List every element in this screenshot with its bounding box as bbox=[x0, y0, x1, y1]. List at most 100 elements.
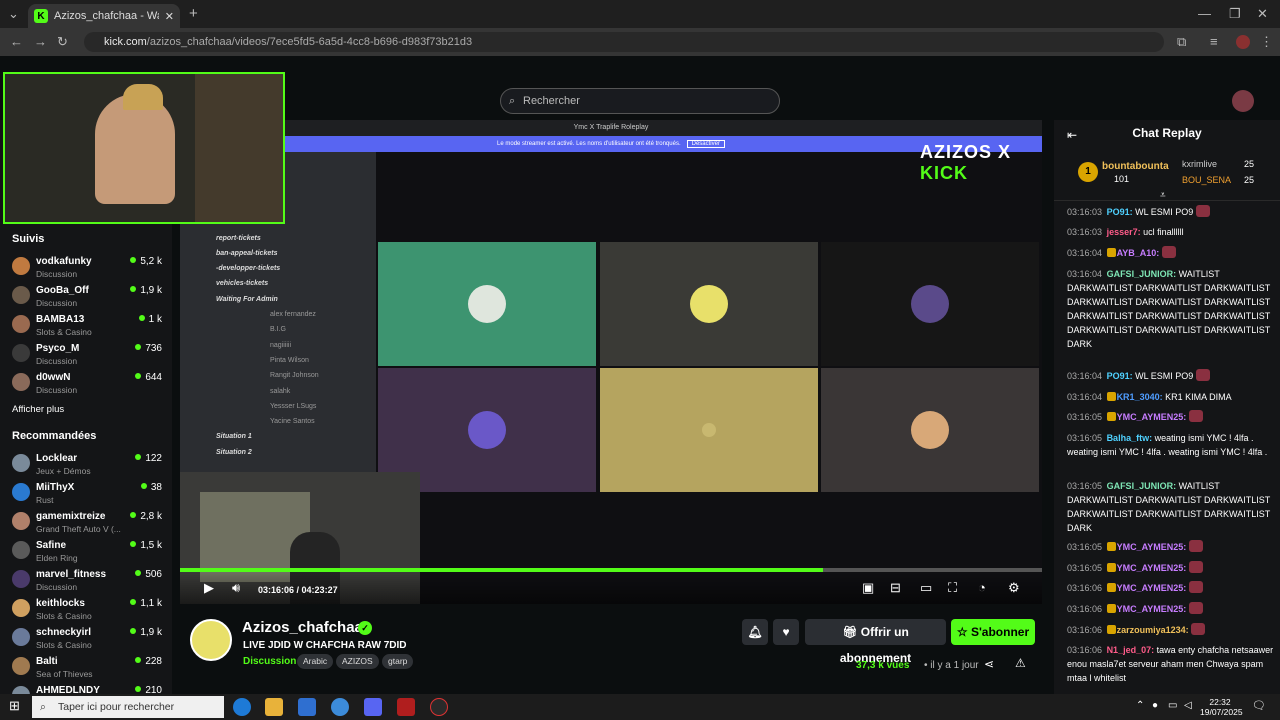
forward-icon[interactable]: → bbox=[34, 32, 47, 52]
reload-icon[interactable]: ↻ bbox=[57, 32, 68, 52]
message-user[interactable]: jesser7: bbox=[1107, 227, 1141, 237]
obs-icon[interactable] bbox=[430, 698, 448, 716]
taskbar-search-placeholder: Taper ici pour rechercher bbox=[58, 701, 175, 713]
message-user[interactable]: N1_jed_07: bbox=[1107, 645, 1155, 655]
restore-icon[interactable]: ❐ bbox=[1229, 4, 1241, 24]
following-channel[interactable]: d0wwN Discussion 644 bbox=[12, 370, 162, 398]
fullscreen-icon[interactable]: ⛶ bbox=[948, 580, 957, 596]
channel-name: gamemixtreize bbox=[36, 511, 106, 522]
play-icon[interactable]: ▶ bbox=[204, 580, 214, 596]
chat-message: 03:16:05 YMC_AYMEN25: bbox=[1067, 540, 1277, 554]
chrome-icon[interactable] bbox=[331, 698, 349, 716]
store-icon[interactable] bbox=[298, 698, 316, 716]
message-user[interactable]: YMC_AYMEN25: bbox=[1117, 563, 1187, 573]
new-tab-icon[interactable]: + bbox=[189, 4, 198, 24]
top-gifter-name: bountabounta bbox=[1102, 161, 1169, 172]
message-user[interactable]: YMC_AYMEN25: bbox=[1117, 542, 1187, 552]
recommended-channel[interactable]: Safine Elden Ring 1,5 k bbox=[12, 538, 162, 566]
gift-subscription-button[interactable]: 🎁︎ Offrir un abonnement bbox=[805, 619, 946, 665]
tray-chevron-icon[interactable]: ⌃ bbox=[1136, 700, 1144, 711]
user-avatar[interactable] bbox=[1232, 90, 1254, 112]
browser-tab[interactable]: K Azizos_chafchaa - Watch the V ✕ bbox=[28, 4, 180, 28]
profile-avatar[interactable] bbox=[1236, 35, 1250, 49]
notification-bell-icon[interactable]: 🔔︎ bbox=[742, 619, 768, 645]
recommended-channel[interactable]: Balti Sea of Thieves 228 bbox=[12, 654, 162, 682]
verified-icon: ✓ bbox=[358, 621, 372, 635]
following-channel[interactable]: GooBa_Off Discussion 1,9 k bbox=[12, 283, 162, 311]
menu-icon[interactable]: ⋮ bbox=[1260, 32, 1273, 52]
search-placeholder: Rechercher bbox=[523, 95, 580, 107]
file-explorer-icon[interactable] bbox=[265, 698, 283, 716]
tag[interactable]: AZIZOS bbox=[336, 654, 379, 669]
recommended-channel[interactable]: MiiThyX Rust 38 bbox=[12, 480, 162, 508]
notifications-icon[interactable]: 🗨︎ bbox=[1252, 699, 1266, 712]
media-icon[interactable]: ≡ bbox=[1210, 32, 1218, 52]
discord-channel: nagiiiiii bbox=[270, 341, 292, 349]
recommended-channel[interactable]: gamemixtreize Grand Theft Auto V (... 2,8 … bbox=[12, 509, 162, 537]
message-user[interactable]: YMC_AYMEN25: bbox=[1117, 604, 1187, 614]
recommended-channel[interactable]: keithlocks Slots & Casino 1,1 k bbox=[12, 596, 162, 624]
share-icon[interactable]: ⋖ bbox=[984, 657, 994, 671]
following-channel[interactable]: vodkafunky Discussion 5,2 k bbox=[12, 254, 162, 282]
message-user[interactable]: Balha_ftw: bbox=[1107, 433, 1153, 443]
message-user[interactable]: YMC_AYMEN25: bbox=[1117, 583, 1187, 593]
message-text: WL ESMI PO9 bbox=[1135, 207, 1194, 217]
streamer-avatar[interactable] bbox=[190, 619, 232, 661]
tag[interactable]: gtarp bbox=[382, 654, 414, 669]
message-user[interactable]: KR1_3040: bbox=[1117, 392, 1163, 402]
viewer-count: 1,9 k bbox=[130, 285, 162, 296]
streamer-name[interactable]: Azizos_chafchaa bbox=[242, 619, 363, 636]
clock[interactable]: 22:32 19/07/2025 bbox=[1200, 697, 1243, 717]
mic-icon[interactable]: ● bbox=[1152, 700, 1158, 711]
channel-name: Balti bbox=[36, 656, 58, 667]
theater-icon[interactable]: ▭ bbox=[920, 580, 932, 596]
settings-gear-icon[interactable]: ⚙ bbox=[1008, 580, 1020, 596]
following-channel[interactable]: Psyco_M Discussion 736 bbox=[12, 341, 162, 369]
back-icon[interactable]: ← bbox=[10, 32, 23, 52]
message-user[interactable]: PO91: bbox=[1107, 371, 1133, 381]
message-user[interactable]: PO91: bbox=[1107, 207, 1133, 217]
extensions-icon[interactable]: ⧉ bbox=[1177, 32, 1186, 52]
url-field[interactable]: kick.com/azizos_chafchaa/videos/7ece5fd5… bbox=[84, 32, 1164, 52]
close-tab-icon[interactable]: ✕ bbox=[165, 10, 174, 23]
edge-icon[interactable] bbox=[233, 698, 251, 716]
subscribe-button[interactable]: ☆ S'abonner bbox=[951, 619, 1035, 645]
message-user[interactable]: AYB_A10: bbox=[1117, 248, 1160, 258]
taskbar-search[interactable]: ⌕ Taper ici pour rechercher bbox=[32, 696, 224, 718]
app-icon[interactable] bbox=[397, 698, 415, 716]
emote-icon bbox=[1195, 205, 1210, 217]
emote-icon bbox=[1161, 246, 1176, 258]
close-window-icon[interactable]: ✕ bbox=[1257, 4, 1268, 24]
network-icon[interactable]: ▭ bbox=[1168, 700, 1177, 711]
tab-list-icon[interactable]: ⌄ bbox=[8, 4, 19, 24]
recommended-channel[interactable]: Locklear Jeux + Démos 122 bbox=[12, 451, 162, 479]
tag[interactable]: Arabic bbox=[297, 654, 334, 669]
follow-heart-icon[interactable]: ♥ bbox=[773, 619, 799, 645]
video-player[interactable]: Ymc X Traplife Roleplay Le mode streamer… bbox=[180, 120, 1042, 604]
windows-start-icon[interactable]: ⊞ bbox=[9, 698, 20, 714]
volume-icon[interactable]: 🔊︎ bbox=[232, 580, 240, 596]
clip-icon[interactable]: ⊟ bbox=[890, 580, 901, 596]
search-input[interactable]: ⌕ Rechercher bbox=[500, 88, 780, 114]
discord-icon[interactable] bbox=[364, 698, 382, 716]
following-channel[interactable]: BAMBA13 Slots & Casino 1 k bbox=[12, 312, 162, 340]
message-text: WL ESMI PO9 bbox=[1135, 371, 1194, 381]
message-user[interactable]: YMC_AYMEN25: bbox=[1117, 412, 1187, 422]
recommended-channel[interactable]: marvel_fitness Discussion 506 bbox=[12, 567, 162, 595]
recommended-channel[interactable]: schneckyirl Slots & Casino 1,9 k bbox=[12, 625, 162, 653]
stream-category[interactable]: Discussion bbox=[243, 656, 296, 667]
show-more-link[interactable]: Afficher plus bbox=[12, 404, 64, 415]
channel-avatar bbox=[12, 344, 30, 362]
message-user[interactable]: GAFSI_JUNIOR: bbox=[1107, 481, 1177, 491]
emote-icon bbox=[1188, 561, 1203, 573]
speed-icon[interactable]: ◔ bbox=[978, 580, 986, 595]
minimize-icon[interactable]: — bbox=[1198, 4, 1211, 24]
channel-category: Discussion bbox=[36, 582, 78, 592]
clock-date: 19/07/2025 bbox=[1200, 707, 1243, 717]
channel-name: Safine bbox=[36, 540, 67, 551]
message-user[interactable]: zarzoumiya1234: bbox=[1117, 625, 1189, 635]
report-warning-icon[interactable]: ⚠ bbox=[1015, 656, 1026, 670]
message-user[interactable]: GAFSI_JUNIOR: bbox=[1107, 269, 1177, 279]
pip-icon[interactable]: ▣ bbox=[862, 580, 874, 596]
speaker-icon[interactable]: ◁ bbox=[1184, 700, 1192, 711]
